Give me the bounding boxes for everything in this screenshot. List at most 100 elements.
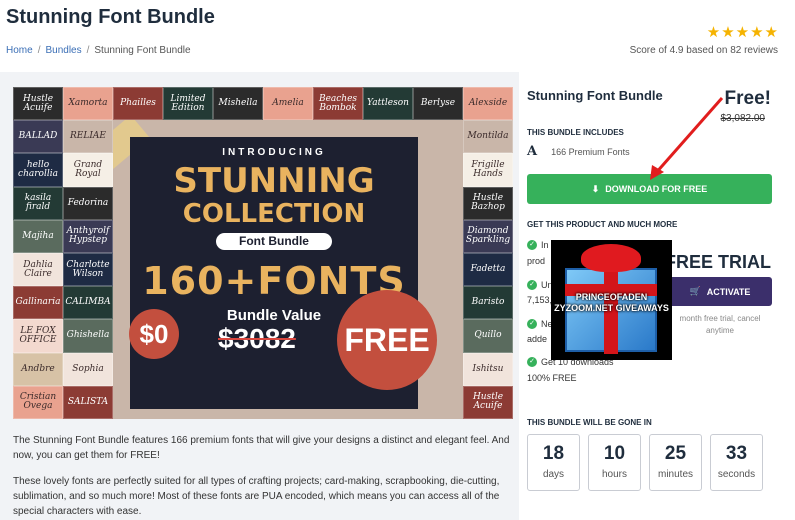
download-for-free-button[interactable]: ⬇ DOWNLOAD FOR FREE — [527, 174, 772, 204]
feature-text: adde — [527, 334, 548, 344]
font-sample-label: Hustle Bazhop — [471, 193, 505, 213]
hero-intro: INTRODUCING — [222, 147, 326, 158]
font-sample-tile: Beaches Bombok — [313, 87, 363, 121]
font-sample-label: SALISTA — [67, 396, 109, 407]
font-sample-label: Baristo — [471, 297, 505, 308]
activate-button-label: ACTIVATE — [706, 286, 751, 297]
font-sample-tile: Gallinaria — [13, 286, 63, 320]
cart-icon: 🛒 — [689, 286, 701, 296]
font-sample-tile: LE FOX OFFICE — [13, 319, 63, 353]
font-sample-label: Fadetta — [470, 264, 506, 275]
feature-text: prod — [527, 256, 546, 266]
font-sample-label: Majiha — [22, 230, 54, 241]
hero-headline-2: COLLECTION — [182, 199, 366, 229]
font-sample-tile: Montilda — [463, 120, 513, 154]
font-sample-tile: Dahlia Claire — [13, 253, 63, 287]
font-sample-label: Limited Edition — [170, 93, 206, 113]
font-sample-label: Anthyrolf Hypstep — [66, 226, 110, 246]
breadcrumb-separator: / — [37, 45, 41, 56]
font-sample-tile: Diamond Sparkling — [463, 219, 513, 253]
font-sample-tile: Hustle Bazhop — [463, 186, 513, 220]
star-icon: ★ — [735, 24, 750, 41]
check-icon: ✓ — [527, 240, 537, 250]
font-sample-tile: CALIMBA — [63, 286, 113, 320]
font-sample-tile: Limited Edition — [163, 87, 213, 121]
timer-seconds: 33 seconds — [710, 434, 763, 491]
font-sample-label: Fedorina — [67, 197, 109, 208]
font-sample-tile: Berlyse — [413, 87, 463, 121]
font-sample-tile: Andbre — [13, 352, 63, 386]
activate-button[interactable]: 🛒 ACTIVATE — [668, 277, 772, 306]
description-paragraph-2: These lovely fonts are perfectly suited … — [13, 476, 500, 517]
timer-unit: days — [542, 469, 565, 480]
timer-hours: 10 hours — [588, 434, 641, 491]
font-sample-label: Gallinaria — [15, 297, 61, 308]
font-sample-label: Ghishella — [66, 330, 110, 341]
trial-note: month free trial, cancel anytime — [679, 314, 761, 335]
sidebar-title: Stunning Font Bundle — [527, 88, 663, 103]
feature-text: 7,153, — [527, 295, 553, 305]
includes-label: THIS BUNDLE INCLUDES — [527, 128, 624, 137]
font-sample-label: Hustle Acuife — [472, 392, 504, 412]
font-sample-label: Dahlia Claire — [23, 259, 53, 279]
font-sample-label: Ishitsu — [472, 363, 504, 374]
check-icon: ✓ — [527, 319, 537, 329]
font-icon: A — [527, 144, 538, 159]
check-icon: ✓ — [527, 280, 537, 290]
font-sample-tile: Quillo — [463, 319, 513, 353]
font-sample-label: Cristian Ovega — [19, 392, 57, 412]
font-sample-label: Phailles — [120, 98, 156, 109]
font-sample-tile: Sophia — [63, 352, 113, 386]
font-sample-label: Amelia — [272, 98, 304, 109]
font-sample-label: Grand Royal — [73, 159, 103, 179]
font-sample-tile: kasila firald — [13, 186, 63, 220]
hero-headline-1: STUNNING — [173, 161, 375, 201]
gift-overlay-text: PRINCEOFADEN ZYZOOM.NET GIVEAWAYS — [554, 292, 669, 313]
free-trial-heading: FREE TRIAL — [665, 252, 771, 272]
font-sample-label: CALIMBA — [65, 297, 111, 308]
font-sample-label: Montilda — [467, 131, 509, 142]
breadcrumb-home[interactable]: Home — [6, 45, 33, 56]
star-icon: ★ — [750, 24, 764, 41]
gone-label: THIS BUNDLE WILL BE GONE IN — [527, 418, 652, 427]
star-icon: ★ — [764, 24, 778, 41]
font-sample-tile: Hustle Acuife — [463, 385, 513, 419]
font-sample-tile: Ishitsu — [463, 352, 513, 386]
font-sample-label: Quillo — [474, 330, 502, 341]
timer-minutes: 25 minutes — [649, 434, 702, 491]
font-sample-tile: Cristian Ovega — [13, 385, 63, 419]
gift-overlay-image: PRINCEOFADEN ZYZOOM.NET GIVEAWAYS — [551, 240, 672, 360]
font-sample-tile: Fadetta — [463, 253, 513, 287]
price-free: Free! — [724, 88, 771, 109]
rating-stars: ★ ★ ★ ★ ★ — [707, 25, 778, 40]
font-sample-tile: hello charollia — [13, 153, 63, 187]
includes-text: 166 Premium Fonts — [551, 146, 630, 157]
breadcrumb-current: Stunning Font Bundle — [94, 45, 191, 56]
feature-text: In — [541, 240, 549, 250]
font-sample-label: Mishella — [218, 98, 258, 109]
product-hero-image[interactable]: Hustle Acuife Xamorta Phailles Limited Edit… — [13, 87, 513, 419]
font-sample-label: Hustle Acuife — [22, 93, 54, 113]
font-sample-tile: Mishella — [213, 87, 263, 121]
font-sample-tile: Alexside — [463, 87, 513, 121]
font-sample-label: BALLAD — [18, 131, 58, 142]
check-icon: ✓ — [527, 357, 537, 367]
breadcrumb-separator: / — [86, 45, 90, 56]
download-icon: ⬇ — [591, 183, 600, 194]
font-sample-label: hello charollia — [18, 159, 58, 179]
font-sample-label: Xamorta — [68, 98, 108, 109]
timer-days: 18 days — [527, 434, 580, 491]
font-sample-tile: Hustle Acuife — [13, 87, 63, 121]
timer-value: 10 — [603, 443, 626, 464]
star-icon: ★ — [721, 24, 735, 41]
breadcrumb-bundles[interactable]: Bundles — [45, 45, 81, 56]
countdown-timer: 18 days 10 hours 25 minutes 33 seconds — [527, 434, 763, 491]
font-sample-label: RELIAE — [70, 131, 106, 142]
font-sample-label: Sophia — [72, 363, 104, 374]
hero-old-value: $3082 — [218, 323, 296, 354]
font-sample-tile: Xamorta — [63, 87, 113, 121]
font-sample-tile: Frigille Hands — [463, 153, 513, 187]
includes-row: A 166 Premium Fonts — [527, 144, 630, 159]
font-sample-tile: Yattleson — [363, 87, 413, 121]
feature-text: 100% FREE — [527, 373, 577, 383]
